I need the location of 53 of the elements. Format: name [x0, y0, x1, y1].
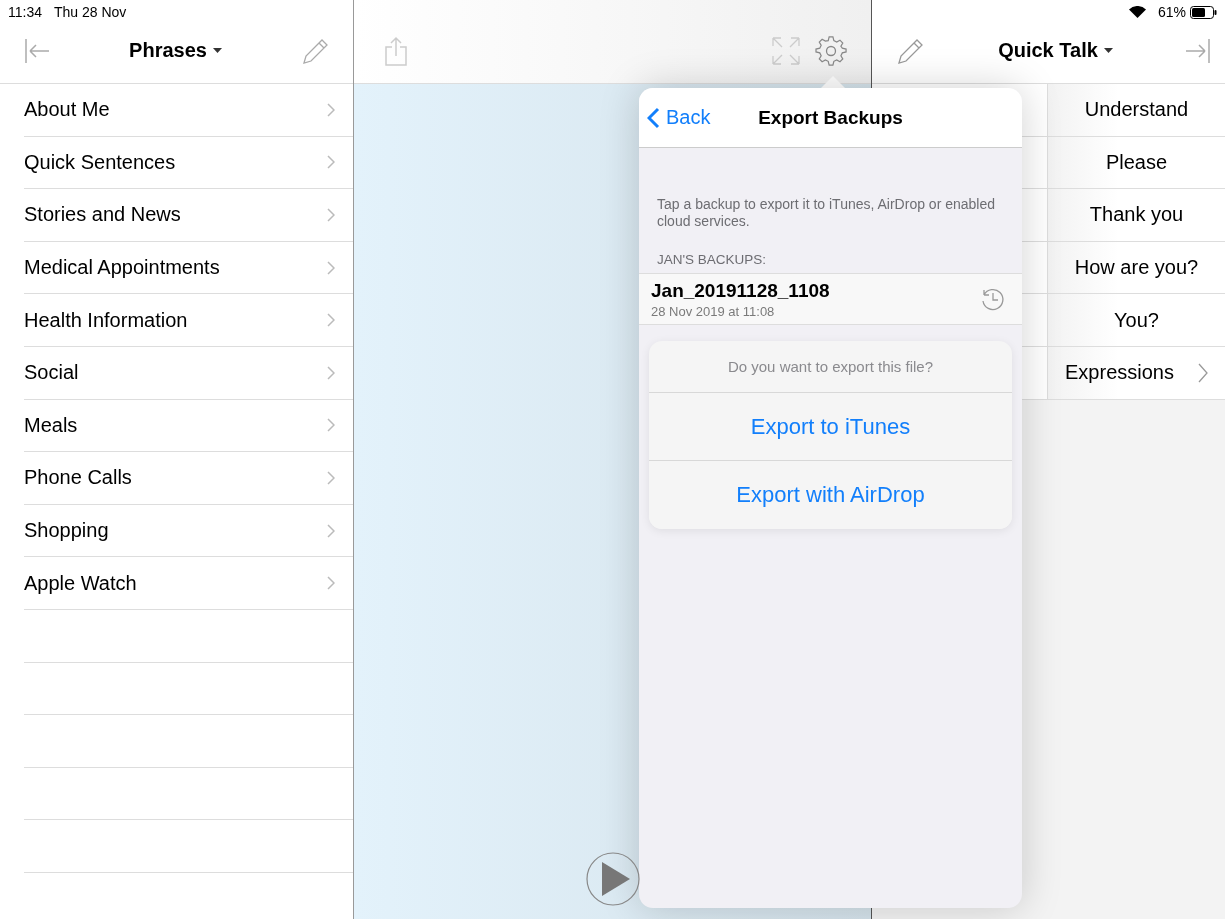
chevron-icon: [327, 365, 335, 380]
caret-icon: [1103, 48, 1113, 53]
phrase-cell[interactable]: You?: [1048, 294, 1225, 347]
chevron-icon: [327, 418, 335, 433]
category-row[interactable]: Stories and News: [24, 189, 353, 242]
export-action-button[interactable]: Export to iTunes: [649, 393, 1012, 461]
category-row[interactable]: Apple Watch: [24, 557, 353, 610]
share-icon[interactable]: [384, 35, 408, 66]
backup-date: 28 Nov 2019 at 11:08: [651, 303, 776, 319]
chevron-left-icon: [647, 106, 660, 129]
phrase-cell[interactable]: Understand: [1048, 84, 1225, 137]
backup-row[interactable]: Jan_20191128_1108 28 Nov 2019 at 11:08: [639, 273, 1022, 325]
history-icon: [980, 286, 1006, 312]
phrase-cell[interactable]: Please: [1048, 136, 1225, 190]
play-icon[interactable]: [586, 852, 640, 906]
category-row[interactable]: Social: [24, 346, 353, 400]
backup-name: Jan_20191128_1108: [651, 279, 830, 302]
chevron-icon: [327, 155, 335, 170]
caret-icon: [212, 48, 222, 53]
phrase-cell[interactable]: Thank you: [1048, 189, 1225, 242]
collapse-left-icon[interactable]: [24, 37, 50, 64]
settings-icon[interactable]: [815, 34, 847, 67]
category-row[interactable]: Shopping: [24, 504, 353, 558]
status-time: 11:34: [8, 4, 42, 20]
category-row[interactable]: About Me: [24, 84, 353, 137]
chevron-icon: [1197, 362, 1208, 383]
chevron-icon: [327, 523, 335, 538]
folder-cell[interactable]: Expressions: [1048, 346, 1225, 400]
battery-percent: 61%: [1157, 4, 1186, 20]
battery-icon: [1190, 5, 1217, 19]
category-row[interactable]: Meals: [24, 399, 353, 453]
chevron-icon: [327, 260, 335, 275]
chevron-icon: [327, 470, 335, 485]
category-row[interactable]: Phone Calls: [24, 452, 353, 505]
chevron-icon: [327, 208, 335, 222]
wifi-icon: [1128, 6, 1146, 18]
category-row[interactable]: Medical Appointments: [24, 241, 353, 295]
back-button[interactable]: Back: [647, 106, 711, 129]
popover-title: Export Backups: [758, 106, 903, 129]
phrase-cell[interactable]: How are you?: [1048, 241, 1225, 295]
description-text: Tap a backup to export it to iTunes, AirDrop or enabled cloud services.: [656, 196, 996, 230]
status-date: Thu 28 Nov: [54, 4, 127, 20]
section-header: JAN'S BACKUPS:: [656, 252, 768, 269]
category-row[interactable]: Health Information: [24, 294, 353, 347]
phrases-dropdown[interactable]: Phrases: [129, 39, 222, 62]
expand-icon[interactable]: [771, 35, 801, 66]
collapse-right-icon[interactable]: [1185, 37, 1211, 64]
chevron-icon: [327, 576, 335, 591]
chevron-icon: [327, 102, 335, 117]
category-row[interactable]: Quick Sentences: [24, 136, 353, 190]
quick-talk-dropdown[interactable]: Quick Talk: [998, 39, 1113, 62]
export-action-button[interactable]: Export with AirDrop: [649, 461, 1012, 529]
chevron-icon: [327, 313, 335, 328]
